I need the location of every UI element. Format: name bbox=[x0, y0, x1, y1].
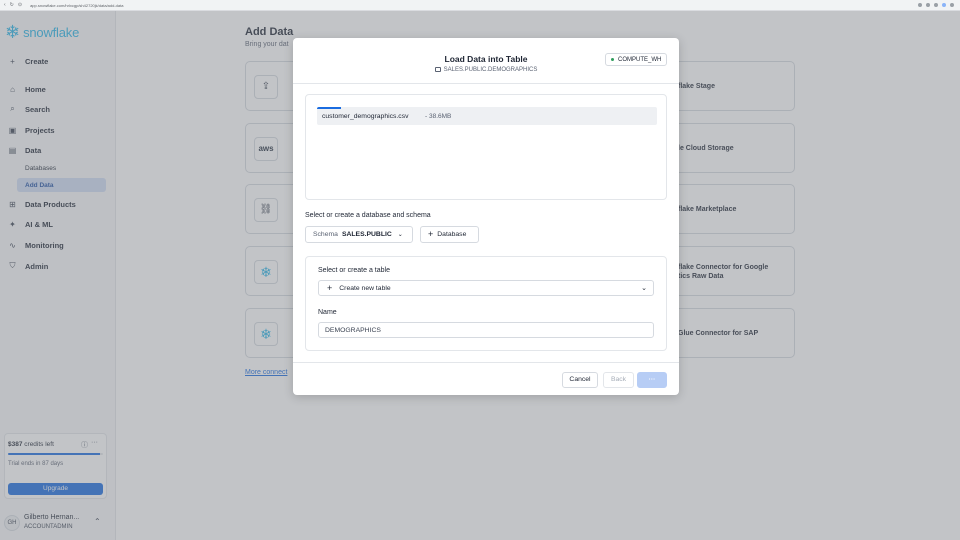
file-list-item: customer_demographics.csv - 38.6MB bbox=[317, 107, 657, 125]
warehouse-name: COMPUTE_WH bbox=[618, 56, 662, 63]
upload-progress-bar bbox=[317, 107, 341, 109]
profile-icon[interactable] bbox=[942, 3, 946, 7]
browser-nav: ‹ ↻ ⊙ bbox=[4, 2, 22, 8]
plus-icon: + bbox=[428, 229, 434, 239]
site-info-icon[interactable]: ⊙ bbox=[18, 2, 22, 8]
plus-icon: + bbox=[327, 282, 333, 293]
browser-menu-icon[interactable] bbox=[950, 3, 954, 7]
chevron-down-icon: ⌄ bbox=[641, 285, 647, 292]
zoom-icon[interactable] bbox=[918, 3, 922, 7]
database-button-label: Database bbox=[437, 231, 467, 238]
file-size: - 38.6MB bbox=[425, 113, 452, 120]
status-dot-icon bbox=[611, 58, 614, 61]
warehouse-selector[interactable]: COMPUTE_WH bbox=[605, 53, 667, 66]
file-name: customer_demographics.csv bbox=[322, 113, 409, 120]
bookmark-icon[interactable] bbox=[926, 3, 930, 7]
schema-section-label: Select or create a database and schema bbox=[305, 212, 431, 219]
cancel-button[interactable]: Cancel bbox=[562, 372, 598, 388]
address-bar[interactable]: app.snowflake.com/hrlxcgp/sh42720jk/data… bbox=[30, 3, 123, 8]
extension-icon[interactable] bbox=[934, 3, 938, 7]
table-select-value: Create new table bbox=[339, 284, 391, 292]
schema-dropdown[interactable]: Schema SALES.PUBLIC ⌄ bbox=[305, 226, 413, 243]
table-selection-panel: Select or create a table + Create new ta… bbox=[305, 256, 667, 351]
modal-table-path: SALES.PUBLIC.DEMOGRAPHICS bbox=[293, 67, 679, 73]
browser-extensions bbox=[918, 3, 954, 7]
next-button-loading[interactable]: ··· bbox=[637, 372, 667, 388]
divider bbox=[293, 362, 679, 363]
back-arrow-icon[interactable]: ‹ bbox=[4, 2, 6, 8]
chevron-down-icon: ⌄ bbox=[397, 232, 403, 238]
table-section-label: Select or create a table bbox=[318, 267, 390, 274]
name-label: Name bbox=[318, 309, 337, 316]
load-data-modal: Load Data into Table SALES.PUBLIC.DEMOGR… bbox=[293, 38, 679, 395]
refresh-icon[interactable]: ↻ bbox=[10, 2, 14, 8]
divider bbox=[293, 83, 679, 84]
add-database-button[interactable]: + Database bbox=[420, 226, 479, 243]
table-icon bbox=[434, 67, 441, 72]
table-name-input[interactable] bbox=[318, 322, 654, 338]
table-path-text: SALES.PUBLIC.DEMOGRAPHICS bbox=[443, 67, 538, 73]
back-button[interactable]: Back bbox=[603, 372, 634, 388]
file-upload-area[interactable]: customer_demographics.csv - 38.6MB bbox=[305, 94, 667, 200]
schema-value: SALES.PUBLIC bbox=[341, 231, 392, 238]
schema-key: Schema bbox=[313, 231, 338, 238]
table-dropdown[interactable]: + Create new table ⌄ bbox=[318, 280, 654, 296]
browser-toolbar: ‹ ↻ ⊙ app.snowflake.com/hrlxcgp/sh42720j… bbox=[0, 0, 960, 11]
